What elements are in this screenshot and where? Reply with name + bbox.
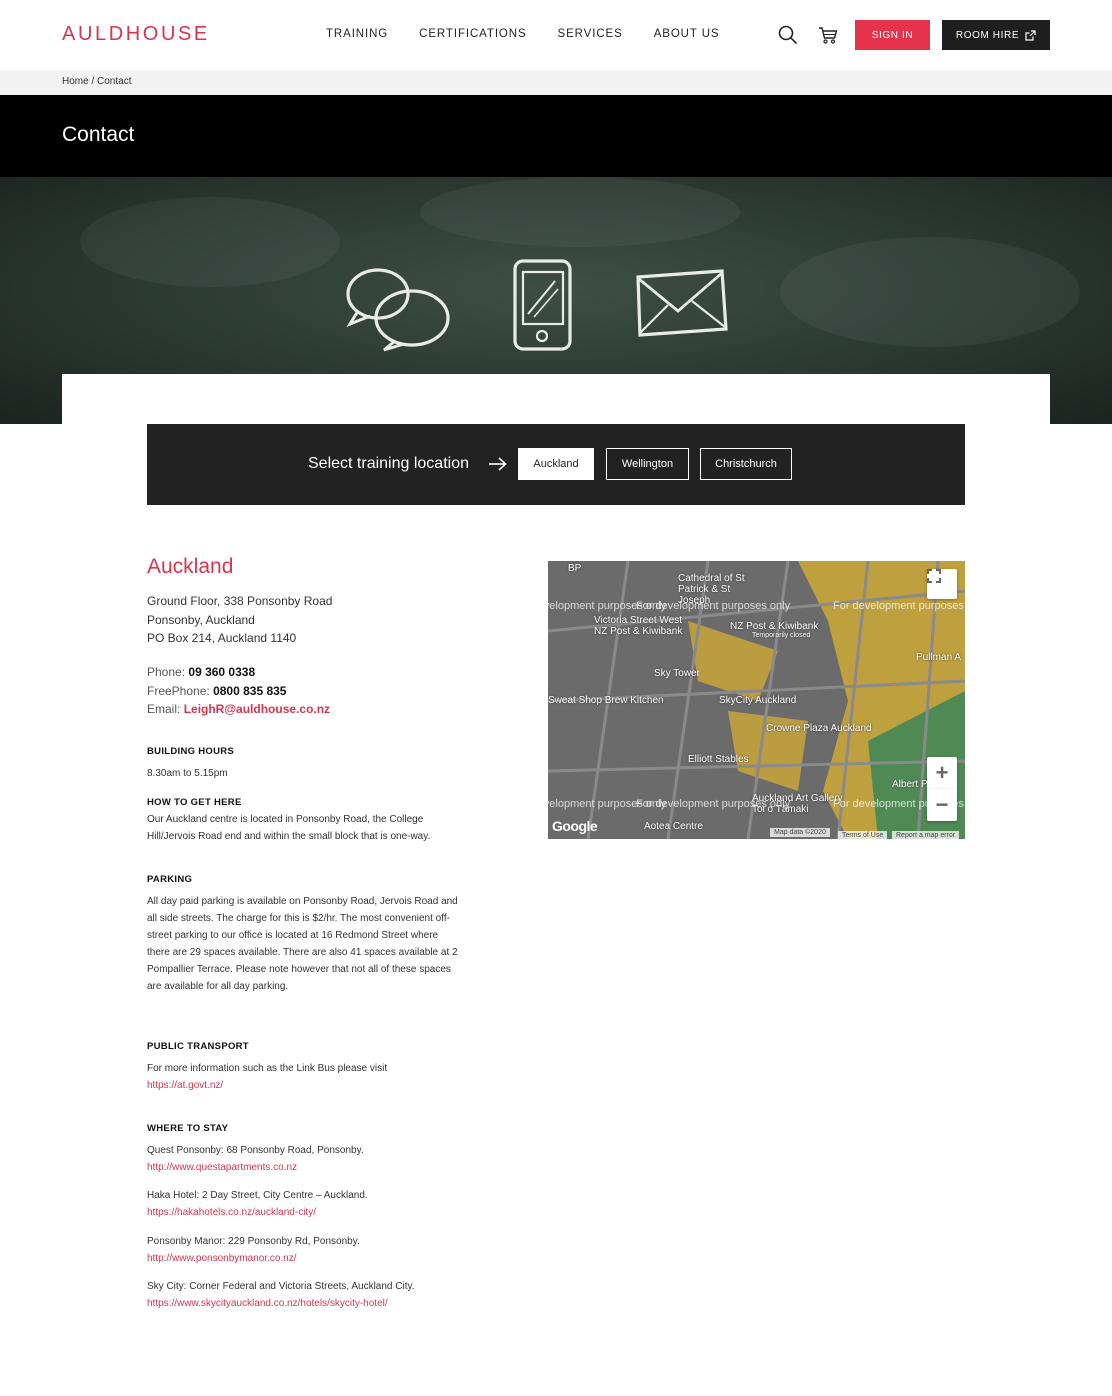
location-wellington-button[interactable]: Wellington	[606, 448, 689, 480]
map-label: Sky Tower	[654, 668, 700, 679]
map-label: Crowne Plaza Auckland	[766, 723, 872, 734]
freephone-label: FreePhone:	[147, 683, 210, 698]
sign-in-button[interactable]: SIGN IN	[855, 20, 930, 50]
transport-heading: PUBLIC TRANSPORT	[147, 1041, 249, 1052]
map-label: Aotea Centre	[644, 821, 703, 832]
location-map[interactable]: BP Cathedral of St Patrick & St Joseph V…	[548, 561, 965, 839]
address-line: Ponsonby, Auckland	[147, 612, 255, 627]
page-title-band: Contact	[0, 95, 1112, 177]
email-link[interactable]: LeighR@auldhouse.co.nz	[184, 702, 330, 716]
stay-text: Ponsonby Manor: 229 Ponsonby Rd, Ponsonb…	[147, 1236, 360, 1247]
stay-link[interactable]: https://hakahotels.co.nz/auckland-city/	[147, 1207, 316, 1218]
stay-item: Haka Hotel: 2 Day Street, City Centre – …	[147, 1187, 437, 1221]
map-label: BP	[568, 563, 582, 574]
email-label: Email:	[147, 702, 181, 716]
stay-link[interactable]: https://www.skycityauckland.co.nz/hotels…	[147, 1298, 388, 1309]
stay-item: Quest Ponsonby: 68 Ponsonby Road, Ponson…	[147, 1142, 432, 1176]
fullscreen-button[interactable]	[927, 569, 957, 599]
map-label: Temporarily closed	[752, 632, 811, 639]
google-logo: Google	[552, 818, 598, 834]
map-label: SkyCity Auckland	[719, 695, 797, 706]
address-block: Ground Floor, 338 Ponsonby Road Ponsonby…	[147, 592, 332, 648]
nav-certifications[interactable]: CERTIFICATIONS	[419, 28, 526, 40]
breadcrumb: Home / Contact	[0, 70, 1112, 95]
directions-text: Our Auckland centre is located in Ponson…	[147, 814, 431, 842]
building-hours-text: 8.30am to 5.15pm	[147, 768, 228, 779]
chalk-smudge	[420, 177, 740, 247]
cart-icon[interactable]	[818, 25, 838, 45]
nav-about-us[interactable]: ABOUT US	[654, 28, 720, 40]
location-christchurch-button[interactable]: Christchurch	[700, 448, 792, 480]
speech-bubbles-icon	[346, 268, 450, 352]
location-selector-label: Select training location	[308, 455, 469, 472]
transport-link[interactable]: https://at.govt.nz/	[147, 1080, 223, 1091]
map-attribution: Map data ©2020	[770, 828, 830, 837]
building-hours-heading: BUILDING HOURS	[147, 746, 235, 757]
stay-link[interactable]: http://www.questapartments.co.nz	[147, 1162, 297, 1173]
content-panel-top	[62, 374, 1050, 424]
nav-services[interactable]: SERVICES	[558, 28, 623, 40]
map-label: Pullman A	[916, 652, 962, 663]
chalk-smudge	[780, 237, 1080, 347]
stay-link[interactable]: http://www.ponsonbymanor.co.nz/	[147, 1253, 297, 1264]
location-auckland-button[interactable]: Auckland	[518, 448, 594, 480]
map-report-error-link[interactable]: Report a map error	[892, 831, 960, 839]
map-label: Elliott Stables	[688, 754, 749, 765]
dev-watermark: For development purposes only	[636, 798, 791, 810]
where-to-stay-heading: WHERE TO STAY	[147, 1123, 229, 1134]
phone-number[interactable]: 09 360 0338	[188, 665, 255, 679]
breadcrumb-text[interactable]: Home / Contact	[62, 76, 131, 87]
address-line: PO Box 214, Auckland 1140	[147, 631, 297, 645]
arrow-right-icon	[489, 457, 507, 471]
search-icon[interactable]	[778, 25, 798, 45]
site-logo[interactable]: AULDHOUSE	[62, 23, 210, 46]
external-link-icon	[1025, 29, 1036, 41]
page-title: Contact	[62, 123, 135, 146]
map-label: Victoria Street West	[594, 615, 682, 626]
room-hire-label: ROOM HIRE	[955, 29, 1020, 41]
map-label: NZ Post & Kiwibank	[730, 621, 819, 632]
map-label: NZ Post & Kiwibank	[594, 626, 683, 637]
contact-details: Phone: 09 360 0338 FreePhone: 0800 835 8…	[147, 663, 330, 719]
transport-description: For more information such as the Link Bu…	[147, 1063, 388, 1074]
stay-text: Sky City: Corner Federal and Victoria St…	[147, 1281, 415, 1292]
transport-text: For more information such as the Link Bu…	[147, 1060, 462, 1094]
nav-training[interactable]: TRAINING	[326, 28, 388, 40]
stay-text: Haka Hotel: 2 Day Street, City Centre – …	[147, 1190, 368, 1201]
zoom-in-button[interactable]: +	[927, 757, 957, 789]
room-hire-button[interactable]: ROOM HIRE	[942, 20, 1050, 50]
main-nav: TRAINING CERTIFICATIONS SERVICES ABOUT U…	[326, 28, 719, 40]
parking-heading: PARKING	[147, 874, 193, 885]
site-header: AULDHOUSE TRAINING CERTIFICATIONS SERVIC…	[0, 0, 1112, 70]
map-label: Albert P	[892, 779, 928, 790]
mobile-phone-icon	[513, 259, 572, 351]
location-selector: Select training location Auckland Wellin…	[147, 424, 965, 505]
directions-heading: HOW TO GET HERE	[147, 797, 242, 808]
dev-watermark: For development purposes only	[636, 600, 791, 612]
chalk-smudge	[80, 197, 340, 287]
dev-watermark: For development purposes only	[833, 600, 965, 612]
map-terms-link[interactable]: Terms of Use	[838, 831, 888, 839]
envelope-icon	[636, 269, 728, 337]
phone-label: Phone:	[147, 665, 186, 679]
map-label: Sweat Shop Brew Kitchen	[548, 695, 664, 706]
stay-text: Quest Ponsonby: 68 Ponsonby Road, Ponson…	[147, 1145, 364, 1156]
address-line: Ground Floor, 338 Ponsonby Road	[147, 594, 333, 608]
fullscreen-icon	[927, 569, 941, 583]
zoom-out-button[interactable]: −	[927, 789, 957, 821]
location-name: Auckland	[147, 555, 234, 578]
stay-item: Sky City: Corner Federal and Victoria St…	[147, 1278, 447, 1312]
parking-text: All day paid parking is available on Pon…	[147, 896, 458, 992]
stay-item: Ponsonby Manor: 229 Ponsonby Rd, Ponsonb…	[147, 1233, 432, 1267]
freephone-number[interactable]: 0800 835 835	[213, 684, 286, 698]
